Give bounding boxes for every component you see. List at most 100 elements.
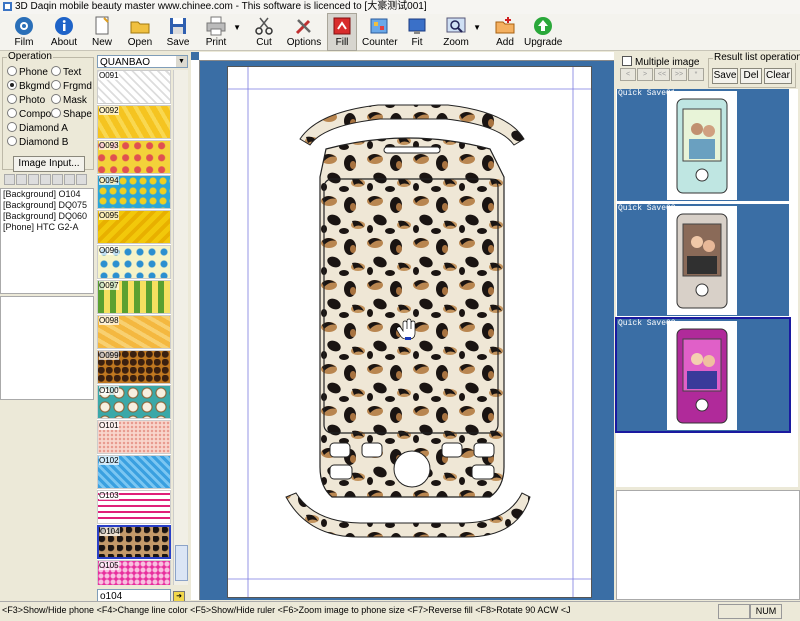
layer-item[interactable]: [Background] DQ060 (1, 211, 93, 222)
pattern-item[interactable]: O096 (97, 245, 171, 279)
pattern-item[interactable]: O101 (97, 420, 171, 454)
pattern-item[interactable]: O100 (97, 385, 171, 419)
image-input-button[interactable]: Image Input... (13, 156, 85, 172)
layer-lock-icon[interactable] (64, 174, 75, 185)
radio-text[interactable]: Text (51, 66, 81, 79)
design-paper[interactable] (227, 66, 592, 598)
scroll-thumb[interactable] (175, 545, 188, 581)
pattern-item[interactable]: O099 (97, 350, 171, 384)
layer-down-icon[interactable] (16, 174, 27, 185)
radio-shape[interactable]: Shape (51, 108, 92, 121)
result-clear-button[interactable]: Clear (764, 68, 792, 84)
result-item[interactable]: Quick Save02 (617, 204, 789, 316)
pattern-item[interactable]: O095 (97, 210, 171, 244)
pattern-name: O104 (100, 527, 120, 536)
pattern-item[interactable]: O098 (97, 315, 171, 349)
print-label: Print (205, 37, 227, 48)
layer-top-icon[interactable] (28, 174, 39, 185)
layer-list[interactable]: [Background] O104 [Background] DQ075 [Ba… (0, 188, 94, 294)
pattern-item[interactable]: O092 (97, 105, 171, 139)
options-button[interactable]: Options (286, 14, 322, 50)
layer-item[interactable]: [Background] O104 (1, 189, 93, 200)
open-button[interactable]: Open (124, 14, 156, 50)
options-label: Options (286, 37, 322, 48)
result-group-title: Result list operation (713, 52, 800, 63)
layer-bottom-icon[interactable] (40, 174, 51, 185)
skin-bottom-strip[interactable] (285, 492, 531, 538)
result-thumbnail (667, 321, 737, 430)
skin-button-cutout (329, 442, 351, 458)
vertical-ruler (191, 60, 200, 600)
canvas-area[interactable] (191, 52, 614, 600)
new-button[interactable]: New (86, 14, 118, 50)
radio-photo[interactable]: Photo (7, 94, 45, 107)
layer-item[interactable]: [Background] DQ075 (1, 200, 93, 211)
pattern-item[interactable]: O103 (97, 490, 171, 524)
save-button[interactable]: Save (162, 14, 194, 50)
chevron-down-icon[interactable]: ▼ (176, 56, 187, 67)
print-button[interactable]: Print ▼ (200, 14, 241, 50)
pattern-item[interactable]: O097 (97, 280, 171, 314)
result-save-button[interactable]: Save (712, 68, 738, 84)
skin-button-cutout (361, 442, 383, 458)
skin-button-cutout (441, 442, 463, 458)
add-folder-icon (495, 17, 515, 34)
pattern-item-selected[interactable]: O104 (97, 525, 171, 559)
add-button[interactable]: Add (490, 14, 520, 50)
result-item-selected[interactable]: Quick Save03 (615, 317, 791, 433)
zoom-dropdown-icon[interactable]: ▼ (473, 23, 481, 32)
nav-next-button[interactable]: > (637, 68, 653, 81)
print-dropdown-icon[interactable]: ▼ (233, 23, 241, 32)
layer-delete-icon[interactable] (76, 174, 87, 185)
film-button[interactable]: Film (4, 14, 44, 50)
radio-phone[interactable]: Phone (7, 66, 48, 79)
phone-skin-drawing[interactable] (228, 67, 591, 597)
new-file-icon (95, 16, 109, 35)
about-label: About (50, 37, 78, 48)
pattern-list[interactable]: O091 O092 O093 O094 O095 O096 O097 O098 O099 O100… (97, 70, 171, 585)
nav-star-button[interactable]: * (688, 68, 704, 81)
nav-last-button[interactable]: >> (671, 68, 687, 81)
upgrade-button[interactable]: Upgrade (524, 14, 562, 50)
fit-button[interactable]: Fit (402, 14, 432, 50)
radio-mask[interactable]: Mask (51, 94, 87, 107)
fill-button[interactable]: Fill (327, 13, 357, 51)
radio-frgmd[interactable]: Frgmd (51, 80, 92, 93)
pattern-category-select[interactable]: QUANBAO ▼ (97, 55, 188, 68)
pattern-item[interactable]: O094 (97, 175, 171, 209)
save-label: Save (166, 37, 190, 48)
result-item[interactable]: Quick Save01 (617, 89, 789, 201)
zoom-button[interactable]: Zoom ▼ (440, 14, 481, 50)
layer-properties-box (0, 296, 94, 400)
cut-button[interactable]: Cut (248, 14, 280, 50)
radio-dot (51, 108, 61, 118)
printer-icon (206, 16, 226, 36)
result-del-button[interactable]: Del (740, 68, 762, 84)
counter-button[interactable]: Counter (362, 14, 398, 50)
radio-diamond-b[interactable]: Diamond B (7, 136, 68, 149)
pattern-item[interactable]: O093 (97, 140, 171, 174)
pattern-item[interactable]: O105 (97, 560, 171, 585)
radio-bkgmd[interactable]: Bkgmd (7, 80, 50, 93)
result-list[interactable]: Quick Save01 Quick Save02 Quick Save03 (615, 89, 798, 487)
trackball-cutout (393, 450, 431, 488)
pattern-item[interactable]: O102 (97, 455, 171, 489)
add-label: Add (496, 37, 514, 48)
layer-copy-icon[interactable] (52, 174, 63, 185)
about-button[interactable]: About (44, 14, 84, 50)
pattern-scrollbar[interactable] (173, 70, 188, 585)
pattern-item[interactable]: O091 (97, 70, 171, 104)
radio-diamond-a[interactable]: Diamond A (7, 122, 68, 135)
checkbox[interactable] (622, 56, 632, 66)
pattern-name: O099 (99, 351, 119, 360)
fill-label: Fill (335, 37, 349, 48)
nav-first-button[interactable]: << (654, 68, 670, 81)
layer-up-icon[interactable] (4, 174, 15, 185)
radio-compos[interactable]: Compos (7, 108, 56, 121)
pattern-name: O098 (99, 316, 119, 325)
skin-button-cutout (329, 464, 353, 480)
nav-prev-button[interactable]: < (620, 68, 636, 81)
film-label: Film (14, 37, 34, 48)
horizontal-ruler (199, 52, 614, 61)
layer-item[interactable]: [Phone] HTC G2-A (1, 222, 93, 233)
